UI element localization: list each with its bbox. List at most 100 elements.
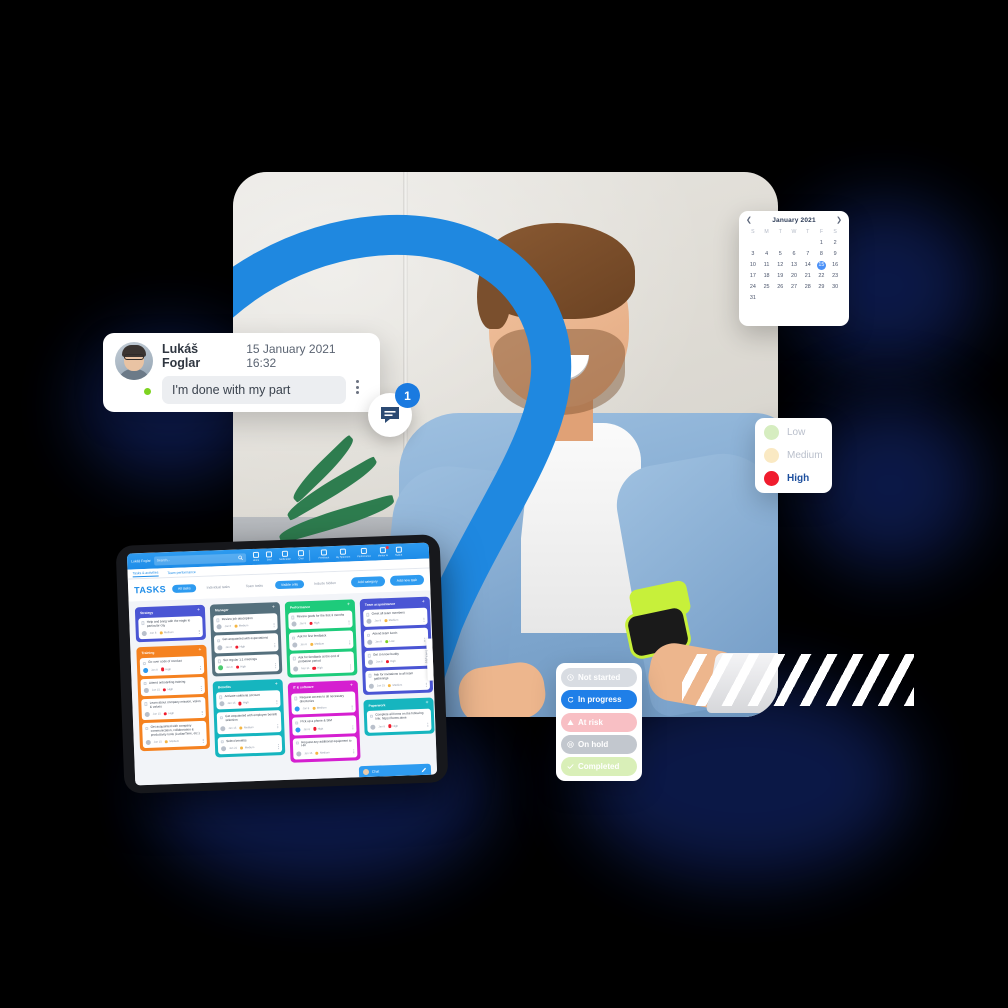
header-actions[interactable]: Add category Add new task bbox=[350, 574, 425, 588]
search-input[interactable]: Search... bbox=[153, 552, 246, 566]
calendar-day[interactable]: 7 bbox=[801, 250, 815, 259]
visibility-filter-pill[interactable]: Visible only bbox=[274, 579, 305, 590]
calendar-day[interactable]: 25 bbox=[760, 283, 774, 292]
home-icon[interactable]: Home bbox=[252, 551, 259, 562]
add-task-icon[interactable]: + bbox=[422, 599, 425, 605]
task-checkbox[interactable] bbox=[292, 656, 297, 661]
status-chip[interactable]: Completed bbox=[561, 757, 637, 776]
task-kebab-icon[interactable] bbox=[198, 629, 200, 634]
task-kebab-icon[interactable] bbox=[273, 623, 275, 628]
calendar-day[interactable]: 5 bbox=[773, 250, 787, 259]
calendar-widget[interactable]: ❮ January 2021 ❯ SMTWTFS.....12345678910… bbox=[739, 211, 849, 326]
task-card[interactable]: Review goals for the first 3 months Jan 8… bbox=[288, 610, 353, 631]
task-card[interactable]: Ask for invitations to all team gatherin… bbox=[365, 668, 431, 693]
task-checkbox[interactable] bbox=[291, 615, 295, 620]
calendar-day[interactable]: 12 bbox=[773, 261, 787, 270]
chat-icon[interactable]: Chat bbox=[297, 550, 304, 560]
task-kebab-icon[interactable] bbox=[424, 637, 426, 643]
task-filter-pill[interactable]: Team tasks bbox=[240, 581, 269, 591]
calendar-day[interactable]: 28 bbox=[801, 283, 815, 292]
task-card[interactable]: Get to know buddy Jan 8 High bbox=[364, 648, 430, 669]
task-checkbox[interactable] bbox=[144, 702, 148, 706]
task-kebab-icon[interactable] bbox=[274, 643, 276, 648]
calendar-day[interactable]: 29 bbox=[815, 283, 829, 292]
task-filter-pill[interactable]: All tasks bbox=[171, 583, 197, 594]
add-task-icon[interactable]: + bbox=[198, 647, 201, 653]
calendar-day[interactable]: 9 bbox=[828, 250, 842, 259]
calendar-day[interactable]: 18 bbox=[760, 272, 774, 281]
task-checkbox[interactable] bbox=[295, 720, 299, 725]
task-checkbox[interactable] bbox=[291, 636, 296, 640]
calendar-day[interactable]: 26 bbox=[773, 283, 787, 292]
calendar-grid[interactable]: SMTWTFS.....1234567891011121314151617181… bbox=[746, 228, 842, 303]
calendar-day[interactable]: 23 bbox=[828, 272, 842, 281]
task-card[interactable]: Pick up a phone & SIM Jan 8 High bbox=[291, 715, 357, 736]
task-kebab-icon[interactable] bbox=[427, 722, 429, 727]
calendar-day[interactable]: 15 bbox=[815, 261, 829, 270]
task-card[interactable]: Request access to all necessary director… bbox=[291, 691, 356, 715]
task-card[interactable]: Review job description Jan 8 Medium bbox=[213, 613, 278, 633]
task-kebab-icon[interactable] bbox=[274, 663, 277, 668]
calendar-prev-icon[interactable]: ❮ bbox=[746, 217, 752, 224]
task-card[interactable]: Attend onboarding training Jan 15 High bbox=[140, 676, 206, 697]
kebab-menu-icon[interactable] bbox=[356, 380, 359, 394]
calendar-day[interactable]: 4 bbox=[760, 250, 774, 259]
task-card[interactable]: Ask for first feedback Jan 8 Medium bbox=[288, 630, 354, 651]
calendar-day[interactable]: 1 bbox=[815, 239, 829, 248]
toolbar-icon-group-secondary[interactable]: Feedback My Spectrum Performance Mentor AI S… bbox=[318, 546, 402, 560]
task-checkbox[interactable] bbox=[219, 695, 223, 700]
task-card[interactable]: Ask for feedback at the end of probation… bbox=[289, 651, 355, 675]
task-checkbox[interactable] bbox=[366, 613, 370, 617]
subnav-item[interactable]: Team performance bbox=[167, 570, 195, 575]
calendar-day[interactable]: 30 bbox=[828, 283, 842, 292]
calendar-day[interactable]: 14 bbox=[801, 261, 815, 270]
task-kebab-icon[interactable] bbox=[353, 749, 355, 754]
task-filter-pill[interactable]: Individual tasks bbox=[200, 582, 235, 592]
task-kebab-icon[interactable] bbox=[201, 710, 203, 715]
task-kebab-icon[interactable] bbox=[200, 686, 202, 691]
task-checkbox[interactable] bbox=[217, 659, 222, 663]
header-action-button[interactable]: Add category bbox=[350, 576, 385, 588]
header-action-button[interactable]: Add new task bbox=[389, 574, 425, 586]
calendar-day[interactable]: 20 bbox=[787, 272, 801, 281]
calendar-day[interactable]: 3 bbox=[746, 250, 760, 259]
task-card[interactable]: Greet all team members Jan 8 Medium bbox=[363, 607, 428, 628]
task-kebab-icon[interactable] bbox=[348, 620, 350, 625]
add-task-icon[interactable]: + bbox=[197, 607, 200, 613]
task-kebab-icon[interactable] bbox=[277, 724, 279, 729]
calendar-day[interactable]: 16 bbox=[828, 261, 842, 270]
task-kebab-icon[interactable] bbox=[277, 744, 280, 749]
task-card[interactable]: Get acquainted with employee benefit sel… bbox=[216, 710, 282, 735]
status-chip-list[interactable]: Not started In progress At risk On hold Comp… bbox=[556, 663, 642, 781]
status-chip[interactable]: Not started bbox=[561, 668, 637, 687]
visibility-filters[interactable]: Visible only Include hidden bbox=[274, 578, 342, 590]
calendar-day[interactable]: 17 bbox=[746, 272, 760, 281]
task-kebab-icon[interactable] bbox=[200, 665, 202, 671]
task-checkbox[interactable] bbox=[368, 674, 372, 678]
task-kebab-icon[interactable] bbox=[425, 682, 427, 687]
bell-icon[interactable]: Notification bbox=[279, 550, 291, 561]
task-card[interactable]: Activate cafeteria account Jan 15 High bbox=[216, 690, 281, 710]
calendar-day[interactable]: 11 bbox=[760, 261, 774, 270]
calendar-day[interactable]: 8 bbox=[815, 250, 829, 259]
spectrum-icon[interactable]: My Spectrum bbox=[336, 548, 350, 559]
task-card[interactable]: Get acquainted with expectations Jan 8 Hig… bbox=[213, 633, 279, 654]
kanban-board[interactable]: Strategy + Help and bring with the eagle t… bbox=[128, 590, 438, 786]
calendar-day[interactable]: 27 bbox=[787, 283, 801, 292]
task-card[interactable]: Attend team lunch Jan 8 Low bbox=[363, 627, 429, 648]
task-card[interactable]: Get acquainted with company communicatio… bbox=[142, 720, 207, 749]
calendar-day[interactable]: 31 bbox=[746, 294, 760, 303]
status-chip[interactable]: At risk bbox=[561, 712, 637, 732]
task-kebab-icon[interactable] bbox=[352, 725, 354, 730]
subnav-item[interactable]: Tasks & activities bbox=[132, 569, 159, 577]
task-checkbox[interactable] bbox=[219, 716, 224, 720]
calendar-day[interactable]: 6 bbox=[787, 250, 801, 259]
visibility-filter-pill[interactable]: Include hidden bbox=[308, 578, 342, 588]
task-card[interactable]: Go over code of conduct Jan 8 High bbox=[139, 656, 205, 676]
tablet-screen[interactable]: Lukáš Foglar Search... Home Grid Notificat… bbox=[126, 542, 438, 786]
task-card[interactable]: Select benefits Jan 22 Medium bbox=[217, 734, 283, 755]
grid-icon[interactable]: Grid bbox=[265, 551, 273, 561]
task-kebab-icon[interactable] bbox=[351, 705, 353, 710]
task-kebab-icon[interactable] bbox=[423, 617, 425, 622]
calendar-day[interactable]: 2 bbox=[828, 239, 842, 248]
